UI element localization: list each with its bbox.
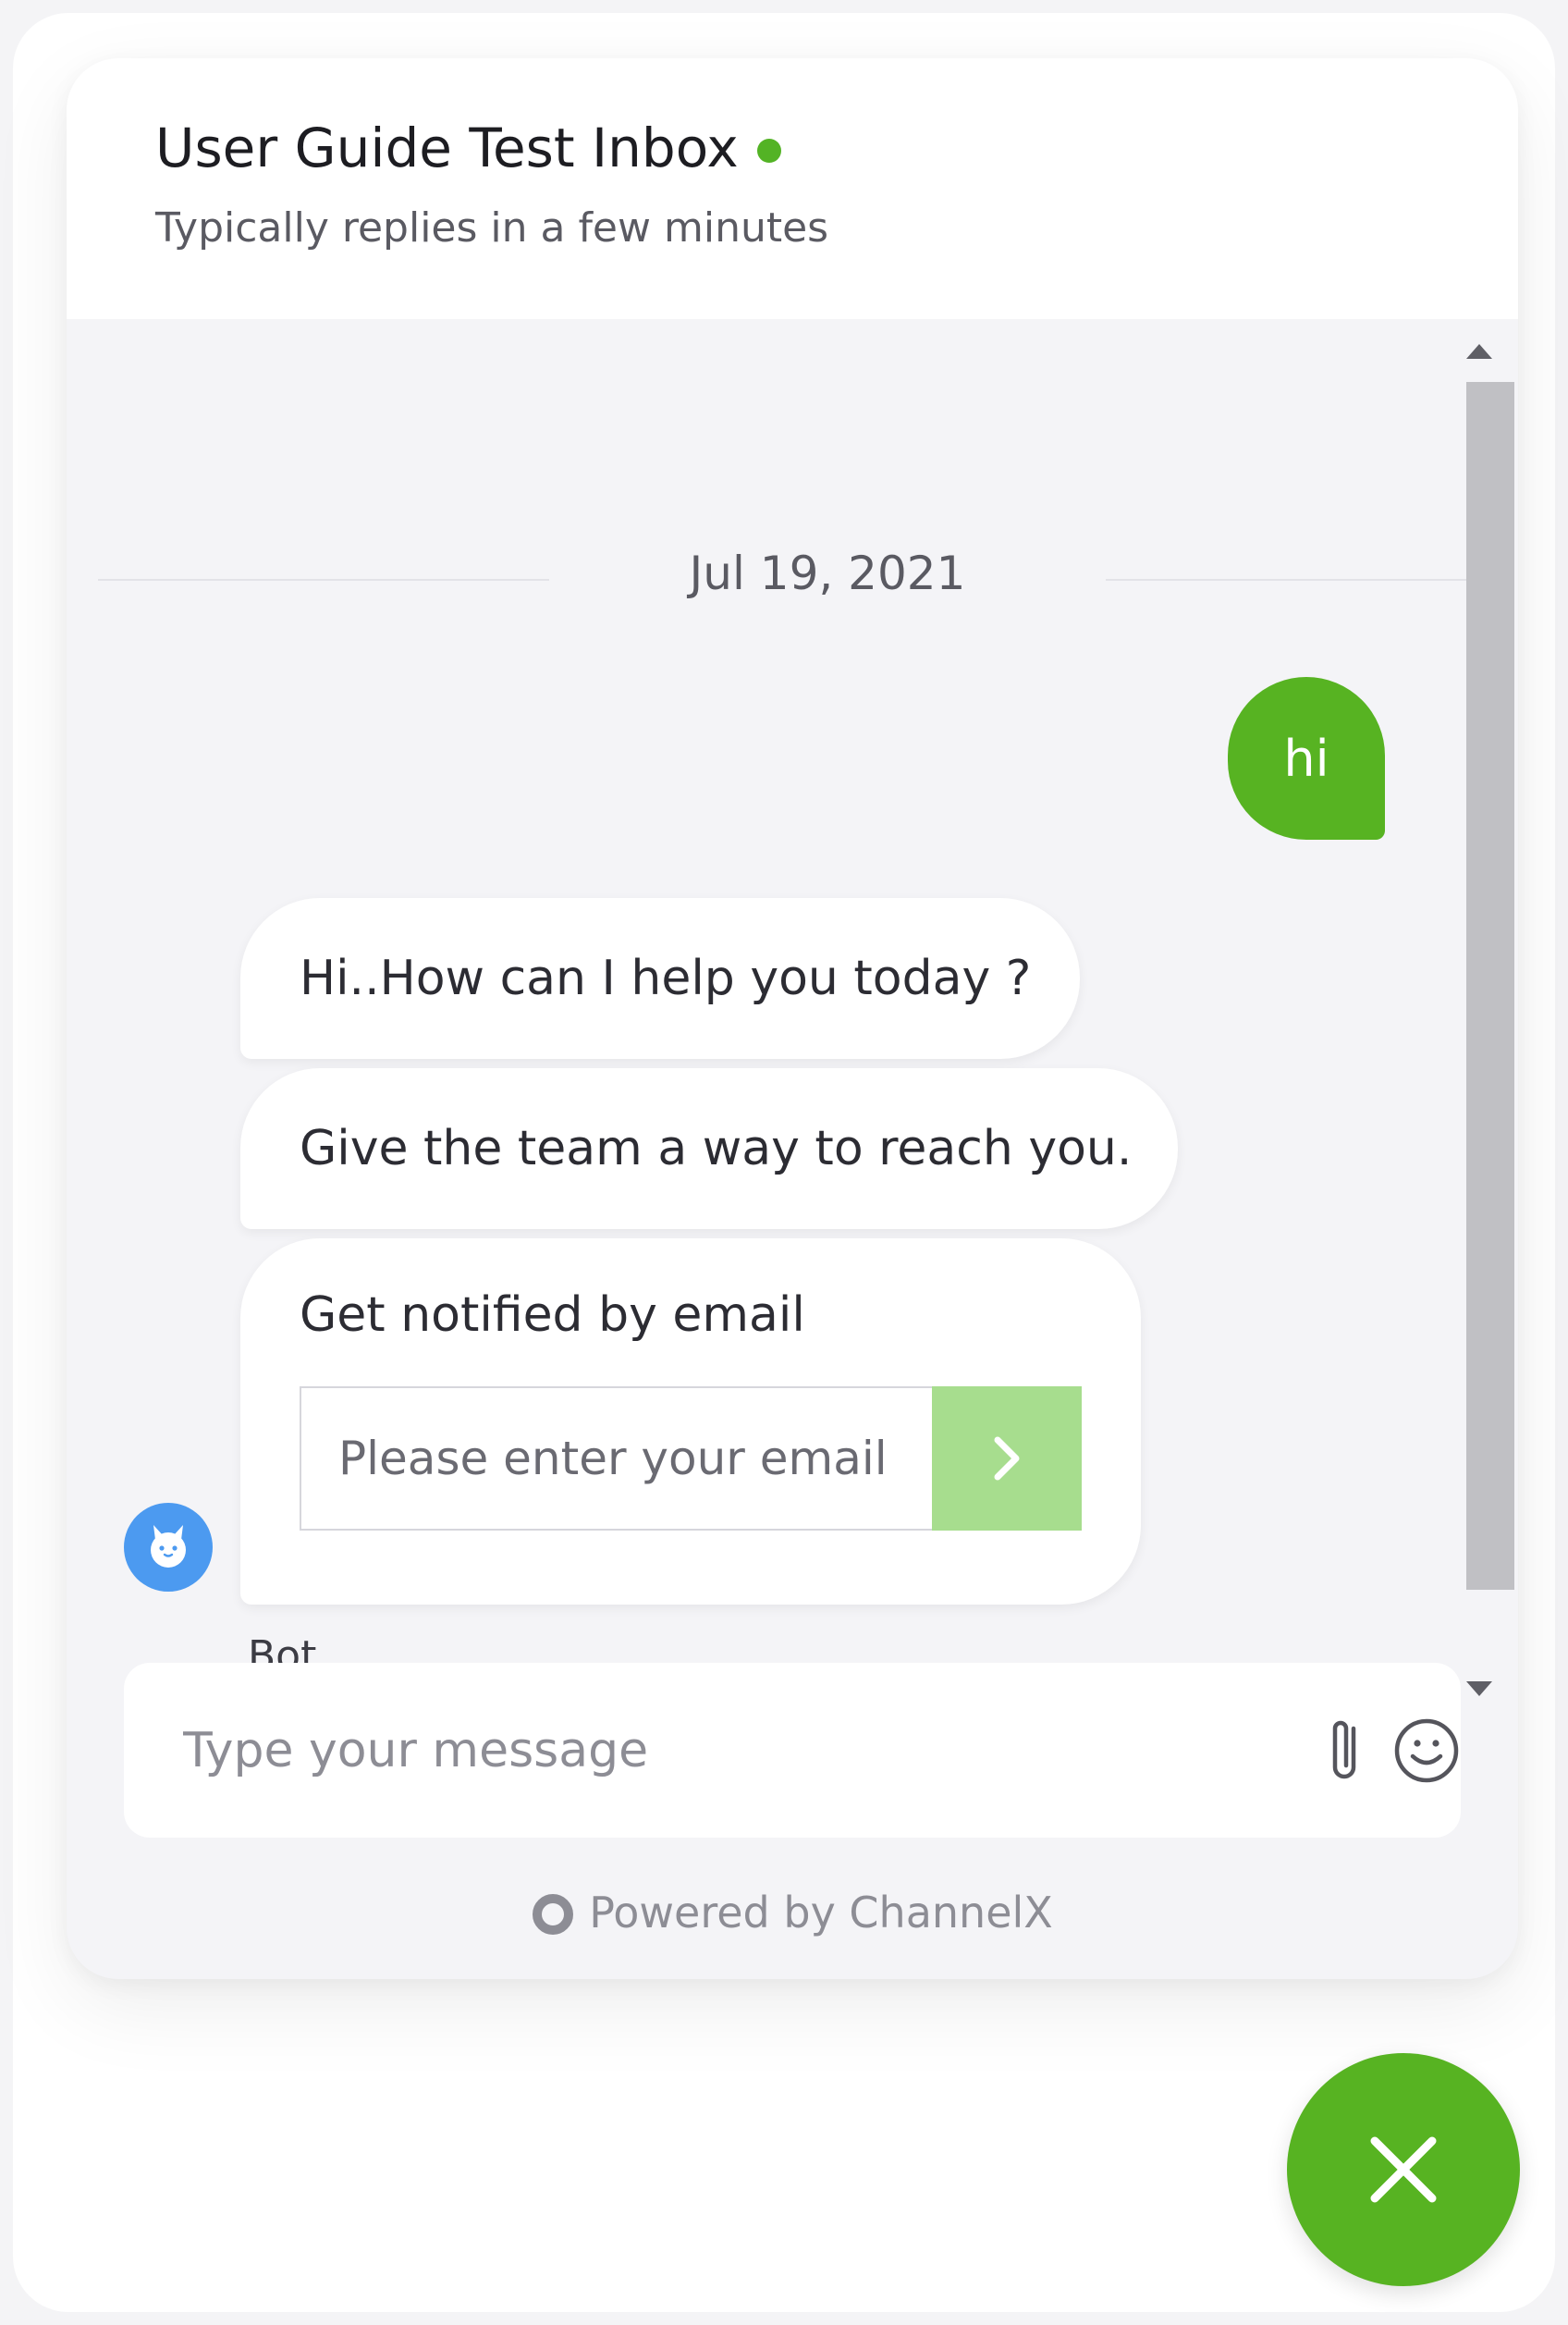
chat-widget: User Guide Test Inbox Typically replies … <box>67 58 1518 1979</box>
email-input[interactable] <box>300 1386 932 1531</box>
scrollbar-thumb[interactable] <box>1466 382 1514 1590</box>
scroll-down-arrow[interactable] <box>1466 1681 1492 1696</box>
close-widget-button[interactable] <box>1287 2053 1520 2286</box>
powered-by-footer: Powered by ChannelX <box>67 1888 1518 1938</box>
email-capture-label: Get notified by email <box>300 1287 805 1343</box>
user-message-bubble: hi <box>1228 677 1385 840</box>
email-capture-form <box>300 1386 1082 1531</box>
bot-avatar <box>124 1503 213 1592</box>
close-icon <box>1370 2136 1437 2203</box>
user-message-text: hi <box>1283 729 1329 788</box>
scroll-up-arrow[interactable] <box>1466 344 1492 359</box>
smiley-icon[interactable] <box>1393 1717 1460 1784</box>
bot-message-bubble: Hi..How can I help you today ? <box>240 898 1080 1059</box>
chevron-right-icon <box>994 1436 1020 1481</box>
bot-icon <box>151 1525 186 1568</box>
header-title-row: User Guide Test Inbox <box>155 121 781 175</box>
message-input[interactable] <box>183 1663 1200 1838</box>
bot-message-text: Hi..How can I help you today ? <box>300 951 1032 1006</box>
reply-time-subtitle: Typically replies in a few minutes <box>155 204 829 252</box>
bot-message-bubble: Give the team a way to reach you. <box>240 1068 1178 1229</box>
powered-by-text: Powered by ChannelX <box>589 1888 1053 1938</box>
message-composer <box>124 1663 1461 1838</box>
date-divider: Jul 19, 2021 <box>689 547 966 600</box>
message-list[interactable]: Jul 19, 2021 hi Hi..How can I help you t… <box>67 319 1518 1718</box>
online-status-dot <box>756 139 781 163</box>
paperclip-icon[interactable] <box>1326 1716 1366 1786</box>
email-submit-button[interactable] <box>932 1386 1082 1531</box>
brand-logo-icon <box>533 1894 574 1935</box>
chat-header: User Guide Test Inbox Typically replies … <box>67 58 1518 319</box>
date-divider-line-right <box>1106 579 1496 581</box>
bot-message-text: Give the team a way to reach you. <box>300 1121 1133 1176</box>
date-divider-line-left <box>98 579 549 581</box>
inbox-title: User Guide Test Inbox <box>155 117 739 179</box>
email-capture-card: Get notified by email <box>240 1238 1141 1605</box>
